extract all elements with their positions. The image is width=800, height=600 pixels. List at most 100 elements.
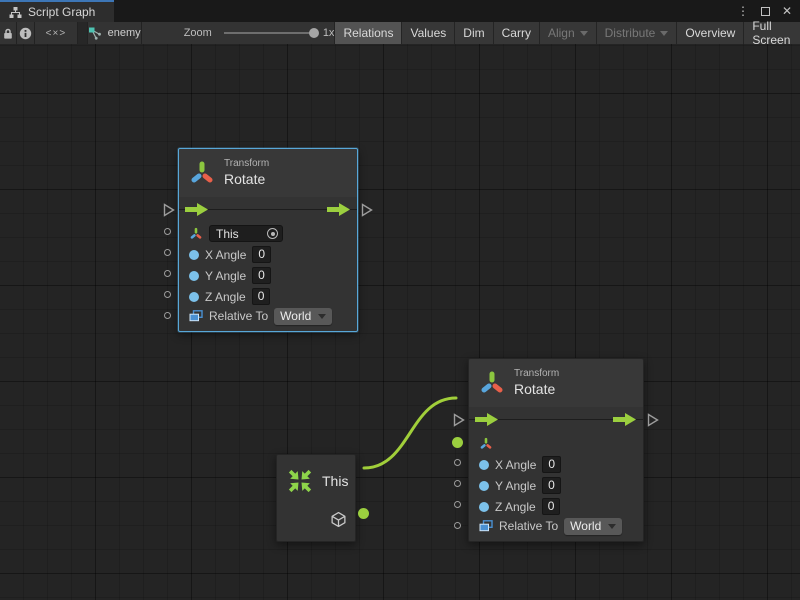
node-title: Rotate <box>514 381 559 399</box>
graph-icon <box>9 6 22 19</box>
x-angle-input[interactable]: 0 <box>252 246 271 263</box>
node-rotate-2[interactable]: Transform Rotate <box>468 358 644 542</box>
carry-button[interactable]: Carry <box>493 22 539 44</box>
target-port-connected[interactable] <box>452 437 463 448</box>
self-arrows-icon <box>285 466 315 496</box>
relative-to-dropdown[interactable]: World <box>274 308 332 325</box>
zoom-label: Zoom <box>184 27 212 39</box>
y-angle-port[interactable] <box>164 270 171 277</box>
gameobject-cube-icon <box>330 511 347 528</box>
float-type-icon <box>479 502 489 512</box>
maximize-icon <box>761 7 770 16</box>
toolbar: <×> enemy Zoom 1x Relations Values Dim C… <box>0 22 800 44</box>
fullscreen-button[interactable]: Full Screen <box>743 22 800 44</box>
enum-type-icon <box>479 520 493 532</box>
relative-to-row: Relative To World <box>469 517 643 541</box>
z-angle-row: Z Angle 0 <box>179 286 357 307</box>
flow-out-arrow-icon <box>327 203 351 216</box>
target-field[interactable]: This <box>209 225 283 242</box>
toolbar-gap <box>78 22 88 44</box>
toggle-values-button[interactable]: <×> <box>35 22 78 44</box>
flow-output-port[interactable] <box>361 203 373 217</box>
transform-mini-icon <box>189 227 203 241</box>
flow-row <box>469 407 643 433</box>
zoom-value: 1x <box>323 27 335 39</box>
zoom-control: Zoom 1x <box>142 22 335 44</box>
distribute-button[interactable]: Distribute <box>596 22 677 44</box>
tab-bar: Script Graph ⋮ ✕ <box>0 0 800 22</box>
edges-layer <box>0 44 800 600</box>
graph-canvas[interactable]: Transform Rotate <box>0 44 800 600</box>
y-angle-port[interactable] <box>454 480 461 487</box>
target-row: This <box>179 223 357 244</box>
float-type-icon <box>479 481 489 491</box>
chevron-down-icon <box>608 524 616 529</box>
window-close-button[interactable]: ✕ <box>778 2 796 20</box>
window-menu-button[interactable]: ⋮ <box>734 2 752 20</box>
chevron-down-icon <box>318 314 326 319</box>
graph-breadcrumb[interactable]: enemy <box>88 22 142 44</box>
relative-to-port[interactable] <box>164 312 171 319</box>
flow-input-port[interactable] <box>453 413 465 427</box>
align-button[interactable]: Align <box>539 22 596 44</box>
y-angle-row: Y Angle 0 <box>469 475 643 496</box>
z-angle-input[interactable]: 0 <box>252 288 271 305</box>
script-graph-window: Script Graph ⋮ ✕ <×> <box>0 0 800 600</box>
y-angle-input[interactable]: 0 <box>252 267 271 284</box>
relative-to-row: Relative To World <box>179 307 357 331</box>
info-icon <box>19 27 32 40</box>
z-angle-port[interactable] <box>164 291 171 298</box>
graph-name-label: enemy <box>108 27 141 39</box>
node-category: Transform <box>514 368 559 381</box>
connection-edge[interactable] <box>364 398 456 468</box>
values-button[interactable]: Values <box>401 22 454 44</box>
zoom-slider-handle[interactable] <box>309 28 319 38</box>
transform-mini-icon <box>479 437 493 451</box>
angle-brackets-x-icon: <×> <box>46 28 67 39</box>
node-this[interactable]: This <box>276 454 356 542</box>
info-button[interactable] <box>17 22 34 44</box>
flow-in-arrow-icon <box>475 413 499 426</box>
relations-button[interactable]: Relations <box>334 22 401 44</box>
relative-to-dropdown[interactable]: World <box>564 518 622 535</box>
overview-button[interactable]: Overview <box>676 22 743 44</box>
z-angle-port[interactable] <box>454 501 461 508</box>
relative-to-port[interactable] <box>454 522 461 529</box>
self-output-port[interactable] <box>358 508 369 519</box>
chevron-down-icon <box>660 31 668 36</box>
float-type-icon <box>189 292 199 302</box>
x-angle-port[interactable] <box>164 249 171 256</box>
node-header[interactable]: Transform Rotate <box>179 149 357 197</box>
node-title: Rotate <box>224 171 269 189</box>
node-header[interactable]: Transform Rotate <box>469 359 643 407</box>
node-title: This <box>322 473 348 489</box>
z-angle-input[interactable]: 0 <box>542 498 561 515</box>
float-type-icon <box>189 271 199 281</box>
node-category: Transform <box>224 158 269 171</box>
transform-icon <box>479 370 505 396</box>
node-rotate-1[interactable]: Transform Rotate <box>178 148 358 332</box>
lock-button[interactable] <box>0 22 17 44</box>
target-port[interactable] <box>164 228 171 235</box>
dim-button[interactable]: Dim <box>454 22 492 44</box>
transform-icon <box>189 160 215 186</box>
chevron-down-icon <box>580 31 588 36</box>
enum-type-icon <box>189 310 203 322</box>
target-row <box>469 433 643 454</box>
flow-output-port[interactable] <box>647 413 659 427</box>
y-angle-row: Y Angle 0 <box>179 265 357 286</box>
object-picker-icon[interactable] <box>267 228 278 239</box>
x-angle-port[interactable] <box>454 459 461 466</box>
flow-input-port[interactable] <box>163 203 175 217</box>
window-maximize-button[interactable] <box>756 2 774 20</box>
float-type-icon <box>189 250 199 260</box>
z-angle-row: Z Angle 0 <box>469 496 643 517</box>
y-angle-input[interactable]: 0 <box>542 477 561 494</box>
x-angle-input[interactable]: 0 <box>542 456 561 473</box>
flow-row <box>179 197 357 223</box>
zoom-slider[interactable] <box>224 32 314 34</box>
flow-in-arrow-icon <box>185 203 209 216</box>
x-angle-row: X Angle 0 <box>179 244 357 265</box>
tab-script-graph[interactable]: Script Graph <box>0 0 114 22</box>
lock-icon <box>2 27 14 40</box>
